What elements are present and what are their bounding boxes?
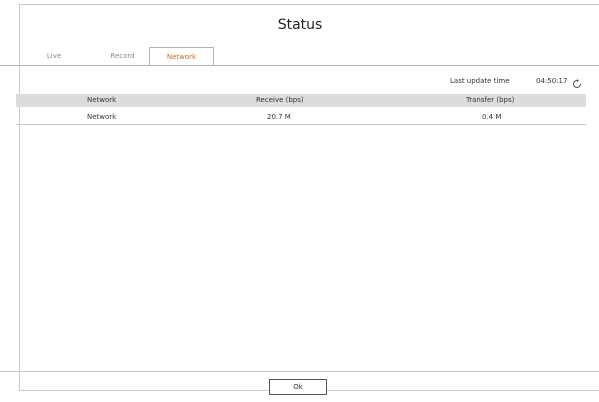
- cell-transfer: 0.4 M: [482, 113, 502, 121]
- page-title: Status: [277, 17, 323, 33]
- tab-bar: Live Record Network: [0, 47, 599, 66]
- table-header: Network Receive (bps) Transfer (bps): [16, 94, 586, 107]
- tab-network[interactable]: Network: [149, 47, 214, 66]
- table-row: Network 20.7 M 0.4 M: [16, 110, 586, 125]
- last-update-label: Last update time: [450, 77, 510, 85]
- ok-button[interactable]: Ok: [269, 379, 327, 395]
- refresh-icon[interactable]: [571, 75, 583, 88]
- last-update-time: 04:50:17: [536, 77, 568, 85]
- footer-divider: [0, 371, 599, 372]
- column-header-transfer: Transfer (bps): [466, 96, 515, 104]
- cell-network: Network: [87, 113, 117, 121]
- tab-live[interactable]: Live: [34, 47, 74, 66]
- column-header-receive: Receive (bps): [256, 96, 304, 104]
- tab-record[interactable]: Record: [100, 47, 145, 66]
- column-header-network: Network: [87, 96, 117, 104]
- cell-receive: 20.7 M: [267, 113, 291, 121]
- tab-divider: [0, 65, 599, 66]
